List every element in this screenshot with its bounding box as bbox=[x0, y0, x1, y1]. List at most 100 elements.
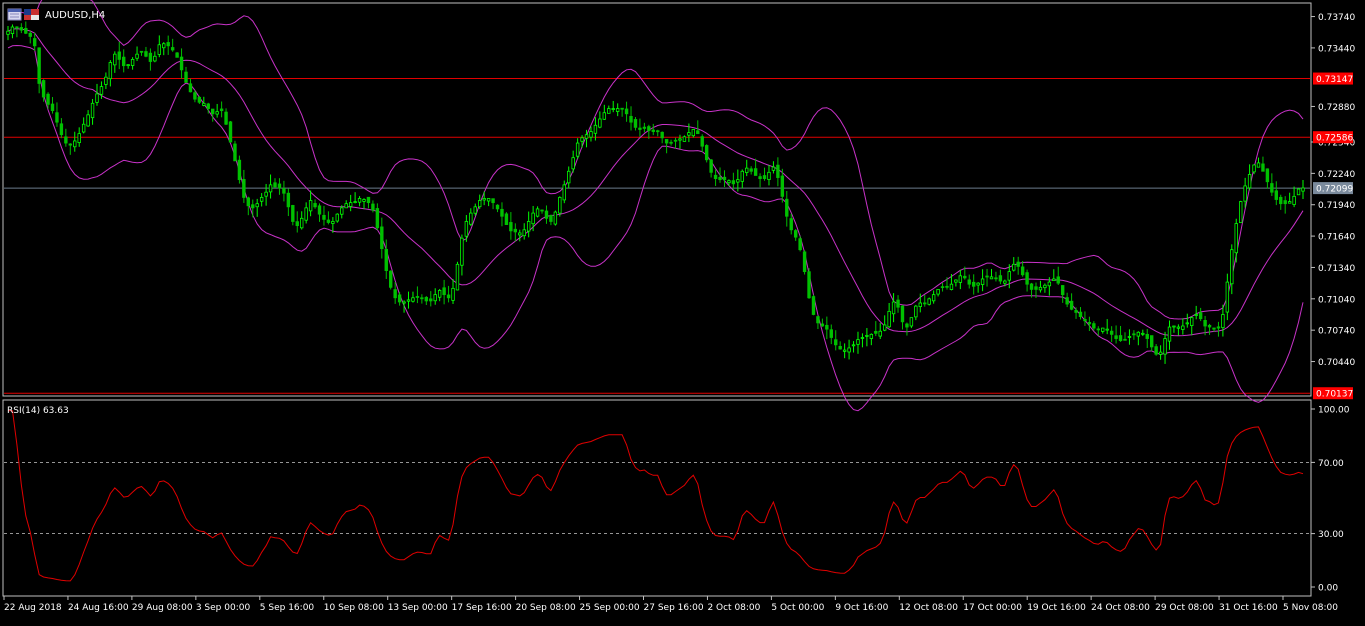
time-tick-label: 31 Oct 16:00 bbox=[1219, 603, 1278, 613]
candle-body bbox=[1212, 327, 1216, 330]
candle-body bbox=[197, 96, 202, 103]
candle-body bbox=[228, 121, 233, 143]
rsi-tick-label: 30.00 bbox=[1318, 530, 1344, 540]
candle-body bbox=[615, 108, 620, 112]
time-tick-label: 5 Sep 16:00 bbox=[260, 603, 315, 613]
candle-body bbox=[842, 349, 847, 352]
candle-body bbox=[19, 27, 24, 31]
candle-body bbox=[740, 170, 744, 182]
candle-body bbox=[1274, 190, 1278, 200]
time-tick-label: 3 Sep 00:00 bbox=[196, 603, 251, 613]
chart-canvas[interactable]: 0.737400.734400.728800.725400.722400.719… bbox=[0, 0, 1365, 622]
candle-body bbox=[1234, 223, 1238, 254]
candle-body bbox=[989, 276, 994, 280]
price-tick-label: 0.73440 bbox=[1318, 44, 1355, 54]
candle-body bbox=[148, 52, 153, 62]
flag-icon bbox=[24, 9, 39, 20]
candle-body bbox=[611, 108, 615, 110]
candle-body bbox=[1190, 317, 1194, 326]
candle-body bbox=[780, 175, 785, 197]
time-tick-label: 19 Oct 16:00 bbox=[1027, 603, 1086, 613]
candle-body bbox=[1114, 335, 1118, 339]
time-tick-label: 29 Aug 08:00 bbox=[132, 603, 193, 613]
candle-body bbox=[144, 51, 148, 57]
candle-body bbox=[326, 219, 331, 223]
candle-body bbox=[353, 201, 357, 203]
candle-body bbox=[104, 76, 108, 85]
candle-body bbox=[1176, 326, 1181, 329]
candle-body bbox=[1154, 346, 1158, 355]
candle-body bbox=[847, 347, 851, 353]
candle-body bbox=[1012, 263, 1016, 271]
candle-body bbox=[1301, 187, 1305, 192]
candle-body bbox=[825, 324, 829, 330]
candle-body bbox=[927, 298, 931, 305]
time-tick-label: 25 Sep 00:00 bbox=[580, 603, 640, 613]
candle-body bbox=[366, 196, 371, 204]
candle-body bbox=[860, 337, 865, 339]
trading-chart-window[interactable]: 0.73740 0.73440 0.72880 0.72540 0.72240 0.719… bbox=[0, 0, 1365, 622]
candle-body bbox=[571, 157, 575, 170]
candle-body bbox=[713, 174, 718, 179]
candle-body bbox=[282, 188, 286, 194]
candle-body bbox=[268, 184, 273, 193]
candle-body bbox=[1194, 314, 1198, 316]
candle-body bbox=[793, 230, 798, 238]
candle-body bbox=[598, 118, 602, 128]
candle-body bbox=[575, 142, 580, 157]
candle-body bbox=[1087, 321, 1092, 325]
candle-body bbox=[59, 123, 64, 136]
candle-body bbox=[856, 339, 860, 345]
candle-body bbox=[584, 134, 589, 139]
candle-body bbox=[1105, 328, 1109, 331]
candle-body bbox=[1069, 300, 1074, 310]
candle-body bbox=[50, 103, 55, 112]
candle-body bbox=[202, 102, 206, 106]
lower-line-price-label: 0.70137 bbox=[1316, 390, 1353, 400]
candle-body bbox=[998, 275, 1003, 282]
candle-body bbox=[170, 47, 175, 51]
time-tick-label: 29 Oct 08:00 bbox=[1155, 603, 1214, 613]
candle-body bbox=[504, 213, 509, 225]
price-tick-label: 0.70440 bbox=[1318, 358, 1355, 368]
candle-body bbox=[896, 299, 900, 308]
candle-body bbox=[99, 86, 104, 95]
candle-body bbox=[931, 294, 936, 302]
candle-body bbox=[362, 199, 366, 202]
candle-body bbox=[73, 140, 77, 148]
candle-body bbox=[727, 180, 731, 184]
candle-body bbox=[526, 221, 531, 232]
candle-body bbox=[219, 108, 224, 112]
candle-body bbox=[1096, 328, 1100, 331]
candle-body bbox=[736, 179, 740, 183]
candle-body bbox=[544, 210, 549, 219]
candle-body bbox=[340, 207, 344, 215]
candle-body bbox=[429, 298, 433, 302]
candle-body bbox=[1265, 168, 1270, 183]
candle-body bbox=[264, 191, 268, 197]
candle-body bbox=[384, 248, 388, 271]
candle-body bbox=[816, 316, 820, 324]
candle-body bbox=[117, 51, 121, 60]
candle-body bbox=[406, 299, 411, 302]
candle-body bbox=[638, 127, 642, 130]
candle-body bbox=[126, 64, 130, 67]
candle-body bbox=[656, 130, 660, 133]
candle-body bbox=[437, 290, 442, 298]
candle-body bbox=[651, 129, 655, 132]
candle-body bbox=[1141, 332, 1145, 335]
candle-body bbox=[1185, 322, 1189, 325]
price-tick-label: 0.71040 bbox=[1318, 295, 1355, 305]
candle-body bbox=[464, 221, 469, 237]
candle-body bbox=[1252, 164, 1256, 173]
candle-body bbox=[1145, 333, 1149, 339]
candle-body bbox=[317, 205, 322, 215]
candle-body bbox=[389, 270, 393, 288]
price-tick-label: 0.72880 bbox=[1318, 103, 1355, 113]
candle-body bbox=[994, 277, 998, 280]
candle-body bbox=[580, 137, 584, 142]
candle-body bbox=[1052, 278, 1056, 282]
candle-body bbox=[1261, 163, 1265, 172]
candle-body bbox=[478, 200, 482, 208]
candle-body bbox=[1060, 285, 1065, 296]
